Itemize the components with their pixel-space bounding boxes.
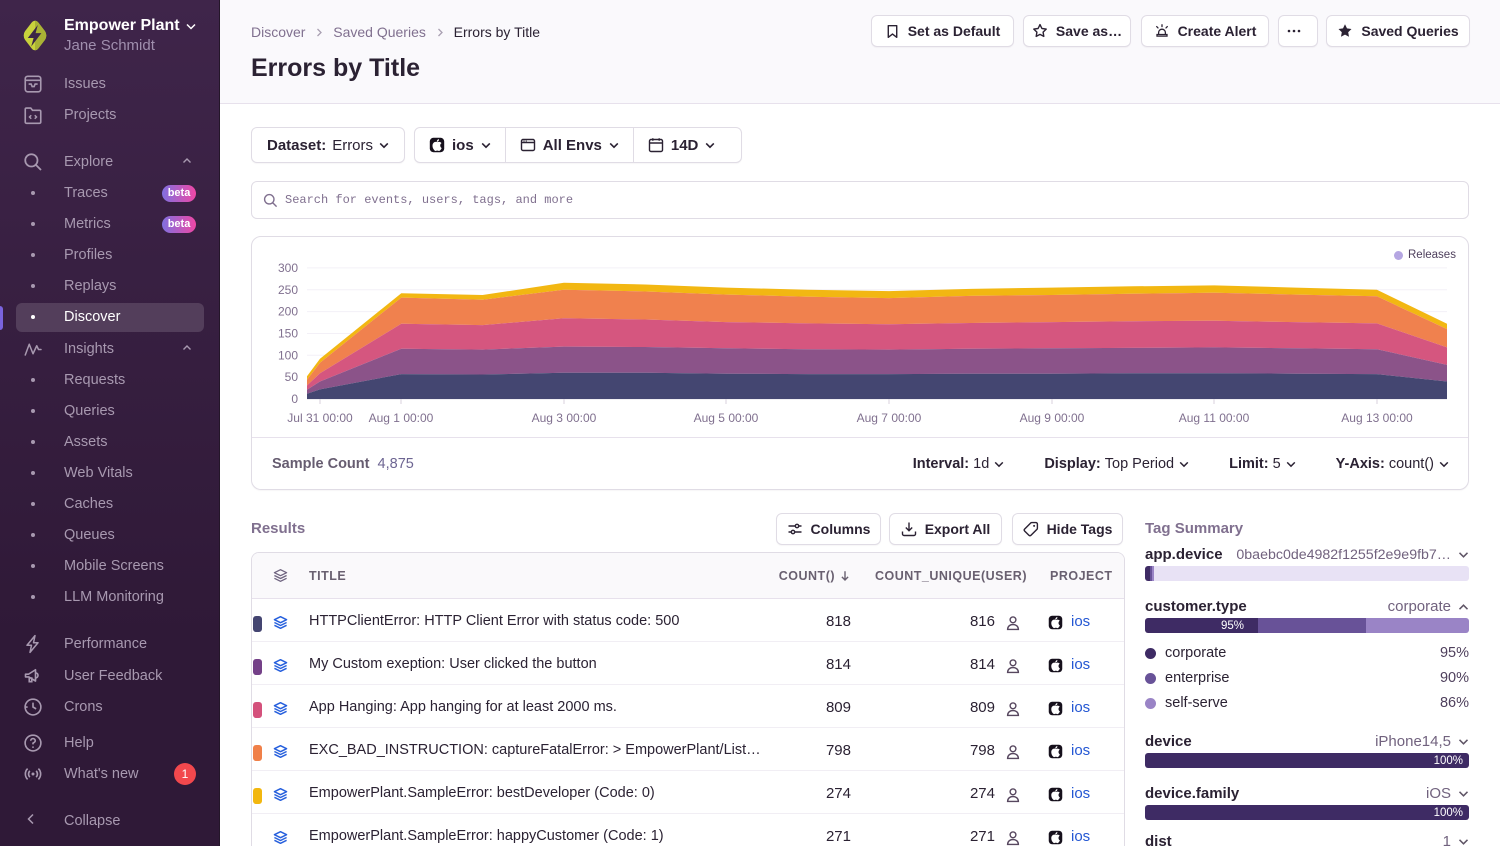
svg-text:Aug 13 00:00: Aug 13 00:00: [1341, 411, 1413, 425]
svg-text:Aug 9 00:00: Aug 9 00:00: [1020, 411, 1085, 425]
svg-text:Aug 3 00:00: Aug 3 00:00: [532, 411, 597, 425]
svg-text:Aug 1 00:00: Aug 1 00:00: [369, 411, 434, 425]
svg-text:50: 50: [285, 370, 299, 384]
svg-text:Jul 31 00:00: Jul 31 00:00: [287, 411, 353, 425]
svg-text:150: 150: [278, 327, 298, 341]
svg-text:250: 250: [278, 283, 298, 297]
svg-text:Aug 5 00:00: Aug 5 00:00: [694, 411, 759, 425]
svg-text:100: 100: [278, 348, 298, 362]
svg-text:200: 200: [278, 305, 298, 319]
svg-text:Aug 11 00:00: Aug 11 00:00: [1179, 411, 1250, 425]
svg-text:300: 300: [278, 261, 298, 275]
svg-text:Aug 7 00:00: Aug 7 00:00: [857, 411, 922, 425]
svg-text:0: 0: [291, 392, 298, 406]
